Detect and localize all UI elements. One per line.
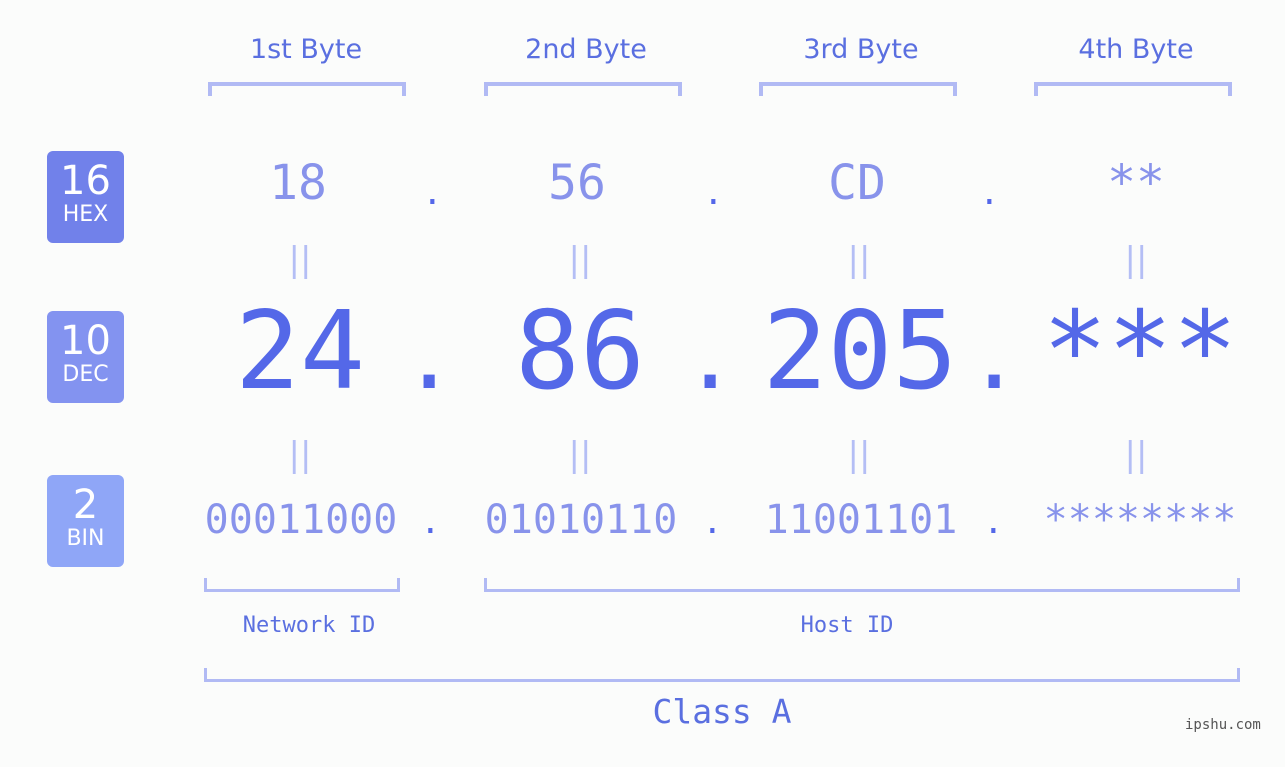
bracket-byte-3 bbox=[759, 82, 957, 96]
dec-dot-1: . bbox=[412, 289, 447, 414]
equals-sign: || bbox=[1124, 435, 1148, 475]
equals-sign: || bbox=[288, 240, 312, 280]
hex-byte-1: 18 bbox=[269, 155, 327, 211]
equals-sign: || bbox=[1124, 240, 1148, 280]
dec-dot-3: . bbox=[977, 289, 1012, 414]
equals-sign: || bbox=[847, 435, 871, 475]
bracket-byte-1 bbox=[208, 82, 406, 96]
bin-byte-2: 01010110 bbox=[484, 497, 678, 543]
bin-dot-3: . bbox=[987, 497, 1000, 543]
dec-badge-label: DEC bbox=[62, 362, 109, 387]
equals-sign: || bbox=[568, 435, 592, 475]
dec-byte-1: 24 bbox=[234, 289, 366, 414]
hex-badge-label: HEX bbox=[62, 202, 109, 227]
equals-sign: || bbox=[568, 240, 592, 280]
bin-byte-4: ******** bbox=[1043, 497, 1237, 543]
network-id-bracket bbox=[204, 578, 400, 592]
equals-sign: || bbox=[288, 435, 312, 475]
bin-badge-number: 2 bbox=[72, 482, 99, 528]
class-label: Class A bbox=[652, 692, 792, 731]
dec-byte-2: 86 bbox=[514, 289, 646, 414]
hex-dot-2: . bbox=[707, 168, 720, 214]
dec-byte-4: *** bbox=[1042, 289, 1238, 414]
host-id-label: Host ID bbox=[800, 613, 894, 638]
bracket-byte-2 bbox=[484, 82, 682, 96]
header-byte-3: 3rd Byte bbox=[803, 34, 919, 65]
header-byte-4: 4th Byte bbox=[1078, 34, 1194, 65]
bin-badge: 2 BIN bbox=[47, 475, 124, 567]
watermark: ipshu.com bbox=[1185, 717, 1261, 733]
hex-byte-4: ** bbox=[1107, 155, 1165, 211]
bin-byte-3: 11001101 bbox=[764, 497, 958, 543]
hex-byte-3: CD bbox=[828, 155, 886, 211]
network-id-label: Network ID bbox=[242, 613, 376, 638]
hex-byte-2: 56 bbox=[548, 155, 606, 211]
dec-badge-number: 10 bbox=[60, 318, 111, 364]
dec-dot-2: . bbox=[693, 289, 728, 414]
host-id-bracket bbox=[484, 578, 1240, 592]
dec-byte-3: 205 bbox=[762, 289, 958, 414]
bin-dot-2: . bbox=[706, 497, 719, 543]
hex-dot-1: . bbox=[426, 168, 439, 214]
bin-dot-1: . bbox=[424, 497, 437, 543]
hex-badge: 16 HEX bbox=[47, 151, 124, 243]
header-byte-2: 2nd Byte bbox=[525, 34, 647, 65]
header-byte-1: 1st Byte bbox=[249, 34, 363, 65]
hex-badge-number: 16 bbox=[60, 158, 111, 204]
class-bracket bbox=[204, 668, 1240, 682]
equals-sign: || bbox=[847, 240, 871, 280]
dec-badge: 10 DEC bbox=[47, 311, 124, 403]
hex-dot-3: . bbox=[983, 168, 996, 214]
bin-byte-1: 00011000 bbox=[204, 497, 398, 543]
bracket-byte-4 bbox=[1034, 82, 1232, 96]
bin-badge-label: BIN bbox=[66, 526, 105, 551]
